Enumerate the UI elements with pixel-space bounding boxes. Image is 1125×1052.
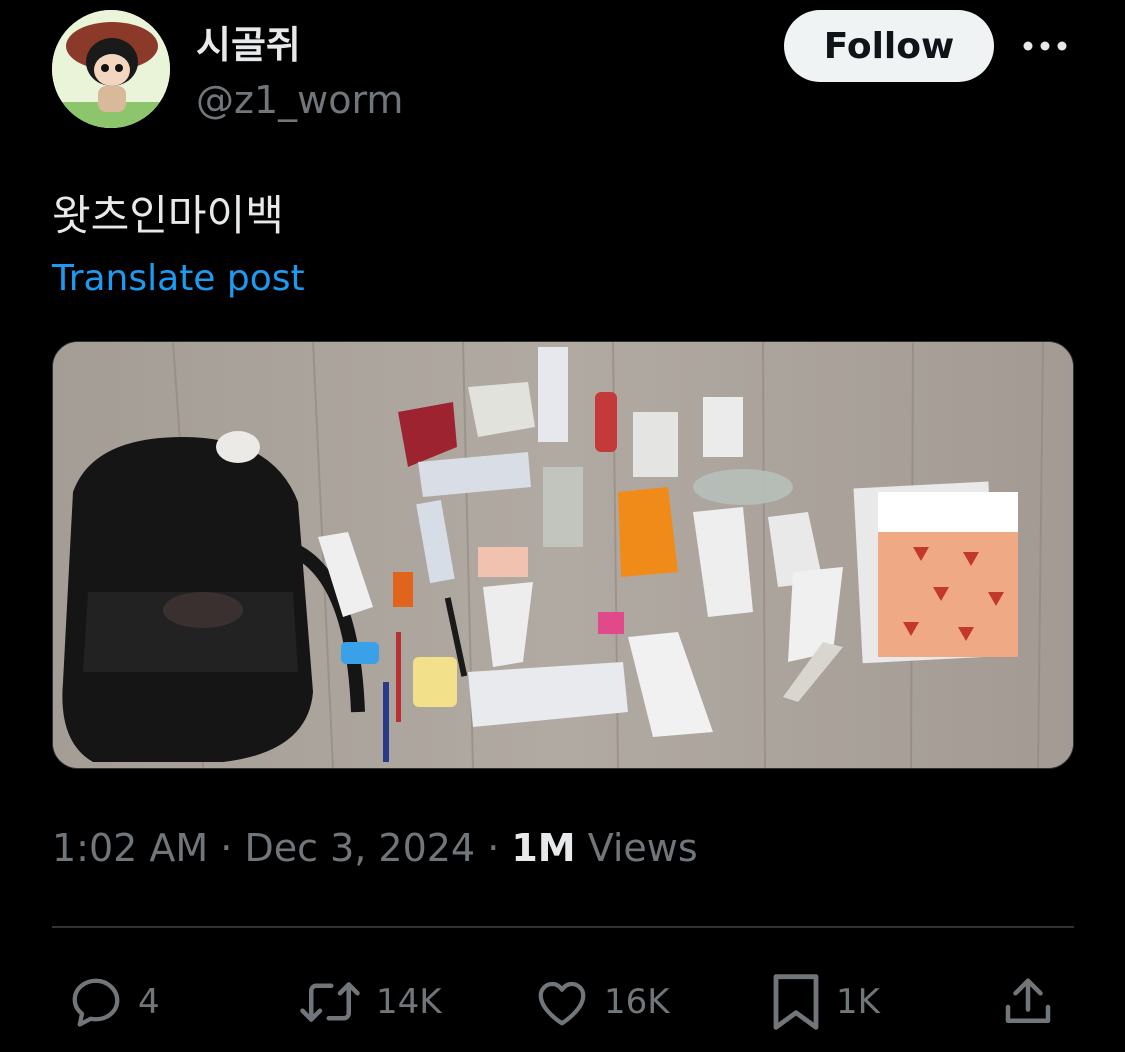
like-button[interactable]: 16K bbox=[532, 968, 670, 1036]
reply-icon bbox=[66, 972, 126, 1032]
bookmark-button[interactable]: 1K bbox=[768, 968, 880, 1036]
avatar[interactable] bbox=[52, 10, 170, 128]
bookmark-icon bbox=[768, 970, 824, 1034]
share-icon bbox=[998, 972, 1058, 1032]
author-display-name[interactable]: 시골쥐 bbox=[196, 14, 301, 69]
reply-count: 4 bbox=[138, 982, 160, 1022]
post-date[interactable]: Dec 3, 2024 bbox=[244, 826, 475, 870]
repost-button[interactable]: 14K bbox=[296, 968, 442, 1036]
meta-separator: · bbox=[475, 826, 512, 870]
reply-button[interactable]: 4 bbox=[66, 968, 160, 1036]
post-time[interactable]: 1:02 AM bbox=[52, 826, 208, 870]
follow-button[interactable]: Follow bbox=[784, 10, 994, 82]
bookmark-count: 1K bbox=[836, 982, 880, 1022]
more-dots-icon[interactable] bbox=[1020, 28, 1070, 64]
translate-post-link[interactable]: Translate post bbox=[52, 258, 305, 299]
views-count: 1M bbox=[511, 826, 576, 870]
views-label: Views bbox=[575, 826, 698, 870]
post-metadata: 1:02 AM · Dec 3, 2024 · 1M Views bbox=[52, 826, 698, 870]
heart-icon bbox=[532, 972, 592, 1032]
repost-icon bbox=[296, 972, 364, 1032]
meta-separator: · bbox=[208, 826, 245, 870]
repost-count: 14K bbox=[376, 982, 442, 1022]
divider bbox=[52, 926, 1074, 928]
author-handle[interactable]: @z1_worm bbox=[196, 78, 403, 122]
attached-photo[interactable] bbox=[52, 341, 1074, 769]
share-button[interactable] bbox=[998, 968, 1058, 1036]
like-count: 16K bbox=[604, 982, 670, 1022]
post-text: 왓츠인마이백 bbox=[52, 191, 284, 240]
